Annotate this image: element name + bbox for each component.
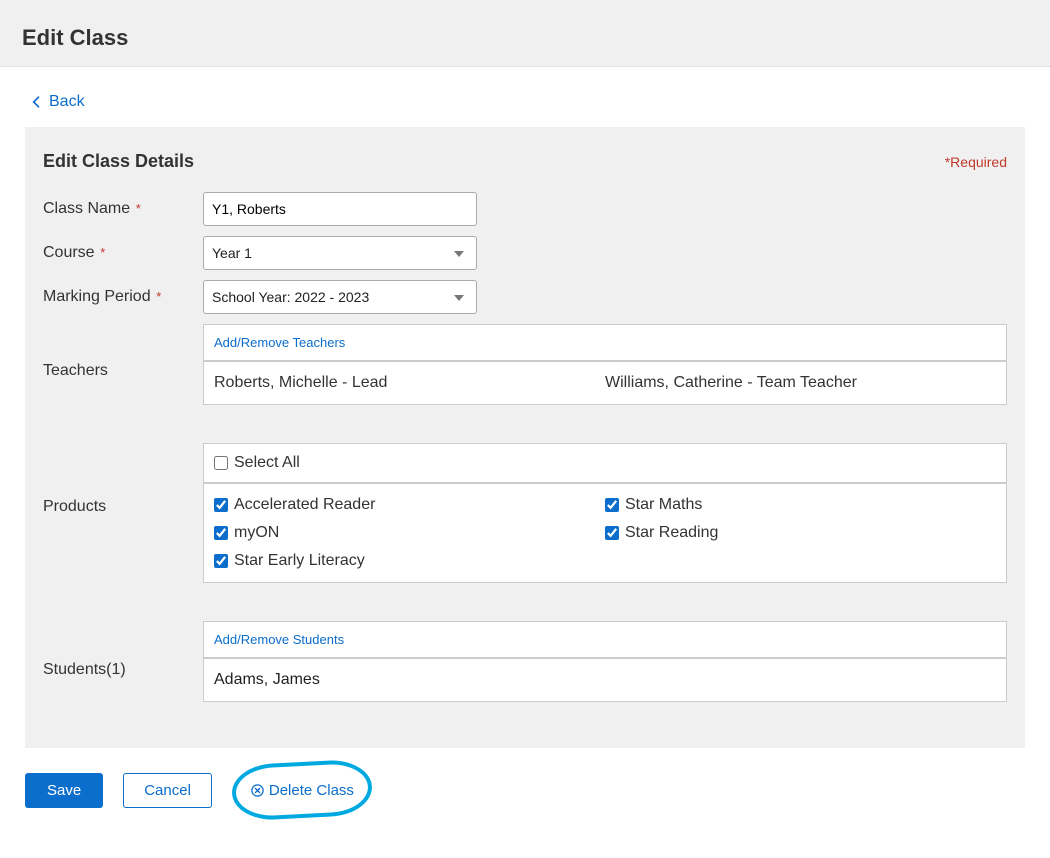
delete-class-label: Delete Class bbox=[269, 782, 354, 799]
student-item: Adams, James bbox=[214, 671, 320, 688]
add-remove-students-link[interactable]: Add/Remove Students bbox=[204, 622, 1006, 659]
select-all-row: Select All bbox=[204, 444, 1006, 484]
delete-icon bbox=[250, 783, 265, 798]
panel-header: Edit Class Details *Required bbox=[43, 151, 1007, 172]
teachers-list: Roberts, Michelle - Lead Williams, Cathe… bbox=[204, 362, 1006, 404]
row-products: Products Select All Accelerated Reader m… bbox=[43, 443, 1007, 583]
products-box: Select All Accelerated Reader myON Star … bbox=[203, 443, 1007, 583]
panel-title: Edit Class Details bbox=[43, 151, 194, 172]
product-item[interactable]: Star Early Literacy bbox=[214, 552, 605, 570]
course-dropdown[interactable]: Year 1 bbox=[203, 236, 477, 270]
product-item[interactable]: Accelerated Reader bbox=[214, 496, 605, 514]
delete-class-highlight-wrap: Delete Class bbox=[232, 762, 372, 818]
actions-bar: Save Cancel Delete Class bbox=[25, 762, 1025, 818]
label-teachers: Teachers bbox=[43, 324, 203, 405]
product-checkbox[interactable] bbox=[605, 498, 619, 512]
label-class-name: Class Name * bbox=[43, 192, 203, 226]
label-students: Students(1) bbox=[43, 621, 203, 702]
class-name-input[interactable] bbox=[203, 192, 477, 226]
product-item[interactable]: Star Maths bbox=[605, 496, 996, 514]
row-students: Students(1) Add/Remove Students Adams, J… bbox=[43, 621, 1007, 702]
select-all-checkbox[interactable] bbox=[214, 456, 228, 470]
product-checkbox[interactable] bbox=[214, 526, 228, 540]
product-checkbox[interactable] bbox=[605, 526, 619, 540]
row-marking-period: Marking Period * School Year: 2022 - 202… bbox=[43, 280, 1007, 314]
back-link[interactable]: Back bbox=[29, 93, 85, 111]
page-title: Edit Class bbox=[22, 25, 1028, 51]
header-bar: Edit Class bbox=[0, 0, 1050, 67]
product-checkbox[interactable] bbox=[214, 498, 228, 512]
product-checkbox[interactable] bbox=[214, 554, 228, 568]
marking-period-dropdown[interactable]: School Year: 2022 - 2023 bbox=[203, 280, 477, 314]
required-indicator: *Required bbox=[945, 154, 1007, 170]
select-all-label: Select All bbox=[234, 454, 300, 472]
product-item[interactable]: Star Reading bbox=[605, 524, 996, 542]
students-list: Adams, James bbox=[204, 659, 1006, 701]
teacher-item: Roberts, Michelle - Lead bbox=[214, 374, 605, 392]
back-label: Back bbox=[49, 93, 85, 111]
products-grid: Accelerated Reader myON Star Early Liter… bbox=[204, 484, 1006, 582]
product-item[interactable]: myON bbox=[214, 524, 605, 542]
row-class-name: Class Name * bbox=[43, 192, 1007, 226]
row-course: Course * Year 1 bbox=[43, 236, 1007, 270]
delete-class-button[interactable]: Delete Class bbox=[250, 782, 354, 799]
label-course: Course * bbox=[43, 236, 203, 270]
chevron-left-icon bbox=[29, 94, 45, 110]
teacher-item: Williams, Catherine - Team Teacher bbox=[605, 374, 996, 392]
products-col-2: Star Maths Star Reading bbox=[605, 496, 996, 570]
save-button[interactable]: Save bbox=[25, 773, 103, 808]
cancel-button[interactable]: Cancel bbox=[123, 773, 212, 808]
edit-class-panel: Edit Class Details *Required Class Name … bbox=[25, 127, 1025, 748]
products-col-1: Accelerated Reader myON Star Early Liter… bbox=[214, 496, 605, 570]
students-box: Add/Remove Students Adams, James bbox=[203, 621, 1007, 702]
label-marking-period: Marking Period * bbox=[43, 280, 203, 314]
add-remove-teachers-link[interactable]: Add/Remove Teachers bbox=[204, 325, 1006, 362]
container: Back Edit Class Details *Required Class … bbox=[0, 67, 1050, 858]
label-products: Products bbox=[43, 443, 203, 583]
row-teachers: Teachers Add/Remove Teachers Roberts, Mi… bbox=[43, 324, 1007, 405]
teachers-box: Add/Remove Teachers Roberts, Michelle - … bbox=[203, 324, 1007, 405]
